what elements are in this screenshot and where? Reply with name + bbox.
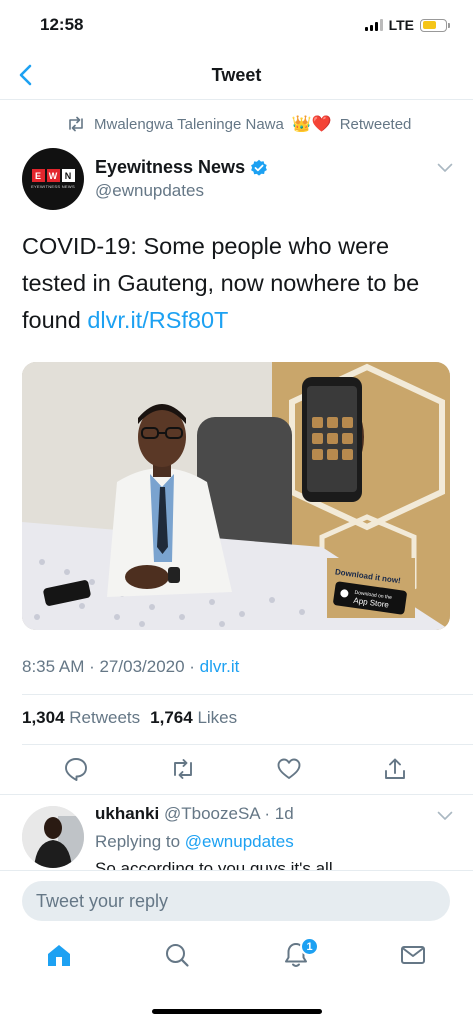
divider (22, 694, 473, 695)
reply-button[interactable] (63, 756, 89, 782)
network-label: LTE (388, 17, 414, 33)
comment-icon (65, 758, 87, 781)
reply-avatar-photo (22, 806, 84, 868)
home-icon (48, 945, 70, 966)
author-handle: @ewnupdates (95, 181, 204, 200)
tweet-actions (0, 756, 473, 784)
avatar[interactable] (22, 806, 84, 868)
likes-label: Likes (197, 708, 238, 727)
home-indicator (152, 1009, 322, 1014)
tab-messages[interactable] (398, 940, 428, 970)
avatar[interactable]: E W N EYEWITNESS NEWS (22, 148, 84, 210)
reply-header: ukhanki @TboozeSA · 1d (95, 804, 294, 824)
retweeter-name: Mwalengwa Taleninge Nawa (94, 115, 284, 133)
mail-icon (401, 946, 425, 964)
press-conference-photo: Download it now! Download on the App Sto… (22, 362, 450, 630)
chevron-down-icon (437, 811, 453, 820)
tab-search[interactable] (162, 940, 192, 970)
chevron-down-icon (437, 163, 453, 172)
logo-tagline: EYEWITNESS NEWS (31, 184, 75, 189)
replying-to-link[interactable]: @ewnupdates (185, 832, 294, 851)
author-name: Eyewitness News (95, 157, 246, 177)
notification-badge: 1 (300, 937, 319, 956)
divider (0, 794, 473, 795)
like-button[interactable] (276, 756, 302, 782)
likes-stat[interactable]: 1,764 Likes (150, 708, 237, 728)
status-time: 12:58 (40, 15, 84, 34)
reply-text: So according to you guys it's all (95, 859, 333, 870)
verified-badge-icon (251, 159, 267, 176)
reply-handle-time: @TboozeSA · 1d (163, 804, 294, 823)
retweets-count: 1,304 (22, 708, 65, 727)
reply-input[interactable]: Tweet your reply (22, 881, 450, 921)
timestamp-text: 8:35 AM · 27/03/2020 · (22, 657, 200, 676)
source-link[interactable]: dlvr.it (200, 657, 240, 676)
reply-composer-bar: Tweet your reply (0, 870, 473, 930)
reply-author-name[interactable]: ukhanki (95, 804, 159, 823)
retweet-icon (69, 116, 83, 132)
tweet-options-button[interactable] (437, 160, 453, 178)
retweeted-label: Retweeted (339, 115, 412, 133)
retweets-stat[interactable]: 1,304 Retweets (22, 708, 140, 728)
replying-prefix: Replying to (95, 832, 181, 851)
reply-options-button[interactable] (437, 808, 453, 826)
retweeter-emoji: 👑❤️ (291, 116, 332, 133)
signal-icon (364, 19, 383, 31)
replying-to: Replying to @ewnupdates (95, 832, 294, 852)
divider (22, 744, 473, 745)
heart-icon (277, 758, 301, 779)
retweet-button[interactable] (170, 756, 196, 782)
share-icon (385, 758, 405, 779)
status-indicators: LTE (364, 17, 450, 33)
share-button[interactable] (382, 756, 408, 782)
battery-icon (420, 18, 450, 32)
ewn-logo: E W N (31, 169, 75, 182)
retweet-context[interactable]: Mwalengwa Taleninge Nawa 👑❤️ Retweeted (66, 114, 411, 134)
retweets-label: Retweets (69, 708, 141, 727)
likes-count: 1,764 (150, 708, 193, 727)
status-bar: 12:58 LTE (0, 0, 473, 50)
tab-home[interactable] (44, 940, 74, 970)
tweet-link[interactable]: dlvr.it/RSf80T (87, 307, 228, 333)
search-icon (166, 944, 189, 967)
author-name-row[interactable]: Eyewitness News (95, 157, 268, 178)
nav-bar: Tweet (0, 52, 473, 100)
tweet-text: COVID-19: Some people who were tested in… (22, 228, 452, 339)
retweet-icon (174, 759, 192, 779)
tweet-timestamp: 8:35 AM · 27/03/2020 · dlvr.it (22, 657, 239, 677)
tweet-stats: 1,304 Retweets 1,764 Likes (22, 708, 237, 728)
tweet-image[interactable]: Download it now! Download on the App Sto… (22, 362, 450, 630)
page-title: Tweet (211, 65, 262, 85)
